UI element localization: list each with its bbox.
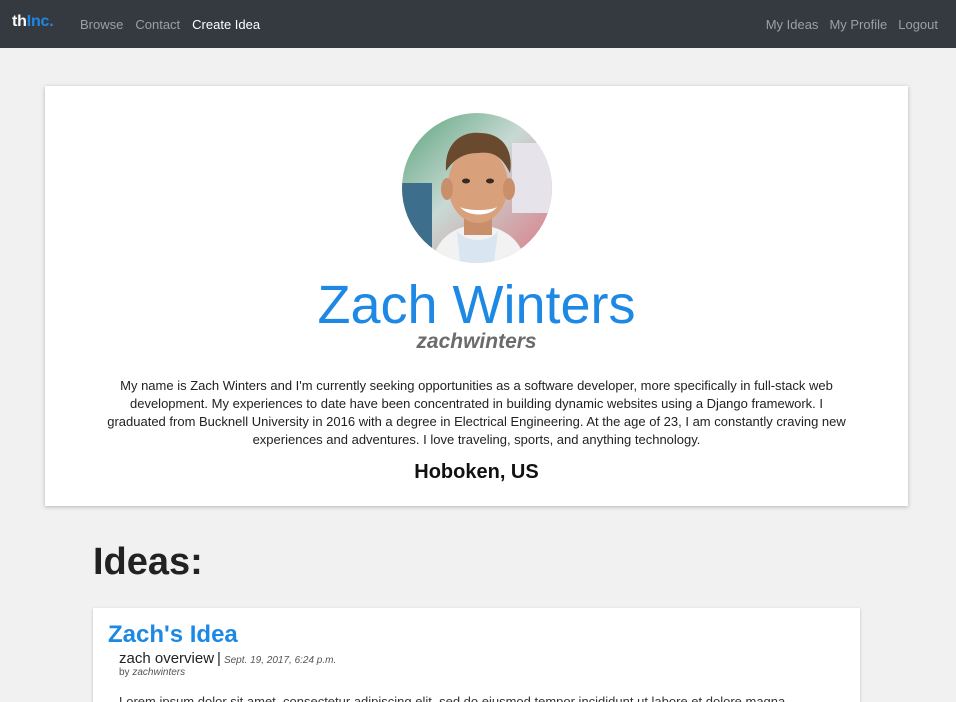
brand-logo[interactable]: thInc. (12, 13, 54, 31)
idea-byline: by zachwinters (119, 667, 185, 678)
idea-separator: | (217, 650, 221, 667)
nav-left-links: Browse Contact Create Idea (80, 0, 260, 48)
idea-author: zachwinters (132, 667, 186, 678)
idea-body: Lorem ipsum dolor sit amet, consectetur … (119, 694, 786, 702)
brand-logo-part1: th (12, 13, 27, 30)
nav-right-links: My Ideas My Profile Logout (766, 0, 938, 48)
profile-bio: My name is Zach Winters and I'm currentl… (107, 378, 846, 447)
idea-meta: zach overview | Sept. 19, 2017, 6:24 p.m. (119, 650, 336, 667)
nav-link-logout[interactable]: Logout (898, 17, 938, 32)
nav-link-create-idea[interactable]: Create Idea (192, 17, 260, 32)
profile-location: Hoboken, US (414, 461, 539, 483)
profile-name: Zach Winters (317, 275, 636, 335)
nav-link-my-ideas[interactable]: My Ideas (766, 17, 819, 32)
profile-card: Zach Winters zachwinters My name is Zach… (45, 86, 908, 506)
top-navbar: thInc. Browse Contact Create Idea My Ide… (0, 0, 956, 48)
idea-card: Zach's Idea zach overview | Sept. 19, 2017… (93, 608, 860, 702)
avatar-photo-icon (402, 113, 552, 263)
brand-logo-part2: Inc. (26, 13, 54, 30)
avatar (402, 113, 552, 263)
profile-username: zachwinters (416, 330, 537, 353)
nav-link-contact[interactable]: Contact (135, 17, 180, 32)
idea-by-label: by (119, 667, 130, 678)
idea-overview: zach overview (119, 650, 215, 667)
idea-date: Sept. 19, 2017, 6:24 p.m. (223, 655, 337, 666)
nav-link-my-profile[interactable]: My Profile (829, 17, 887, 32)
ideas-heading: Ideas: (93, 541, 203, 583)
nav-link-browse[interactable]: Browse (80, 17, 123, 32)
idea-title-link[interactable]: Zach's Idea (108, 621, 238, 649)
